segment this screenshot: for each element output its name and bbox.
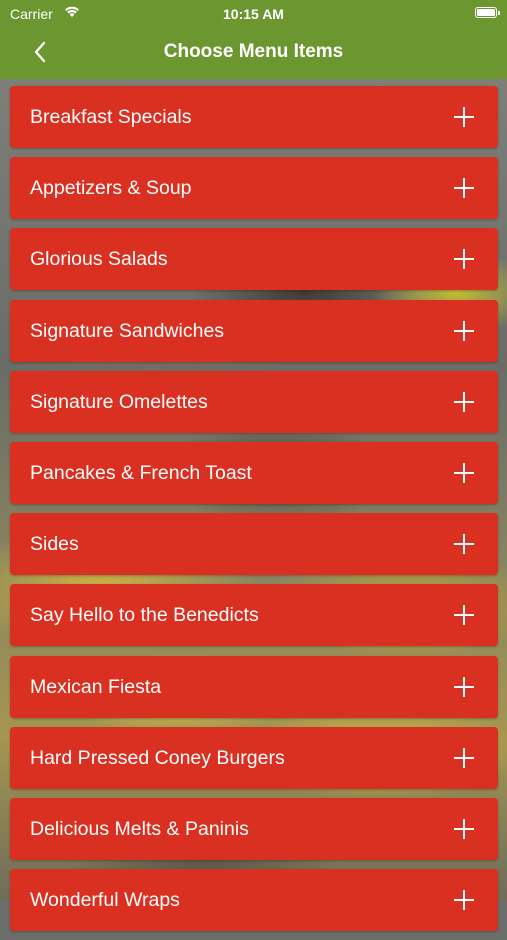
page-title: Choose Menu Items	[163, 41, 344, 62]
menu-category-label: Mexican Fiesta	[30, 675, 162, 698]
menu-category-label: Signature Sandwiches	[30, 319, 225, 342]
plus-icon[interactable]	[454, 890, 474, 911]
menu-category-label: Breakfast Specials	[30, 106, 192, 128]
plus-icon[interactable]	[454, 320, 474, 341]
menu-category-row[interactable]: Signature Sandwiches	[10, 299, 498, 362]
menu-category-row[interactable]: Sides	[10, 513, 498, 576]
menu-category-row[interactable]: Say Hello to the Benedicts	[10, 584, 498, 647]
menu-category-row[interactable]: Wonderful Wraps	[10, 869, 498, 932]
menu-category-label: Delicious Melts & Paninis	[30, 817, 249, 840]
menu-category-label: Glorious Salads	[30, 248, 168, 271]
menu-category-label: Hard Pressed Coney Burgers	[30, 746, 285, 769]
menu-category-row[interactable]: Pancakes & French Toast	[10, 441, 498, 504]
plus-icon[interactable]	[454, 818, 474, 839]
menu-category-label: Sides	[30, 533, 79, 556]
menu-category-label: Wonderful Wraps	[30, 889, 180, 912]
menu-category-label: Signature Omelettes	[30, 390, 208, 413]
plus-icon[interactable]	[454, 605, 474, 626]
menu-category-row[interactable]: Delicious Melts & Paninis	[10, 797, 498, 860]
plus-icon[interactable]	[454, 107, 474, 127]
battery-icon	[475, 7, 500, 18]
status-bar: Carrier 10:15 AM	[0, 0, 507, 28]
nav-header: Choose Menu Items	[0, 28, 507, 79]
plus-icon[interactable]	[454, 462, 474, 483]
menu-category-row[interactable]: Breakfast Specials	[10, 86, 498, 148]
navigation-bar: Carrier 10:15 AM Choose Menu Items	[0, 0, 507, 79]
menu-category-label: Pancakes & French Toast	[30, 461, 252, 484]
clock: 10:15 AM	[223, 6, 284, 22]
menu-category-row[interactable]: Hard Pressed Coney Burgers	[10, 726, 498, 789]
menu-category-row[interactable]: Signature Omelettes	[10, 370, 498, 433]
menu-category-row[interactable]: Glorious Salads	[10, 228, 498, 291]
menu-category-row[interactable]: Appetizers & Soup	[10, 157, 498, 220]
plus-icon[interactable]	[454, 747, 474, 768]
menu-category-label: Appetizers & Soup	[30, 177, 192, 200]
plus-icon[interactable]	[454, 178, 474, 199]
menu-category-row[interactable]: Mexican Fiesta	[10, 655, 498, 718]
plus-icon[interactable]	[454, 534, 474, 555]
plus-icon[interactable]	[454, 249, 474, 270]
menu-category-label: Say Hello to the Benedicts	[30, 604, 259, 627]
menu-category-list: Breakfast Specials Appetizers & Soup Glori…	[10, 86, 498, 940]
plus-icon[interactable]	[454, 391, 474, 412]
plus-icon[interactable]	[454, 676, 474, 697]
